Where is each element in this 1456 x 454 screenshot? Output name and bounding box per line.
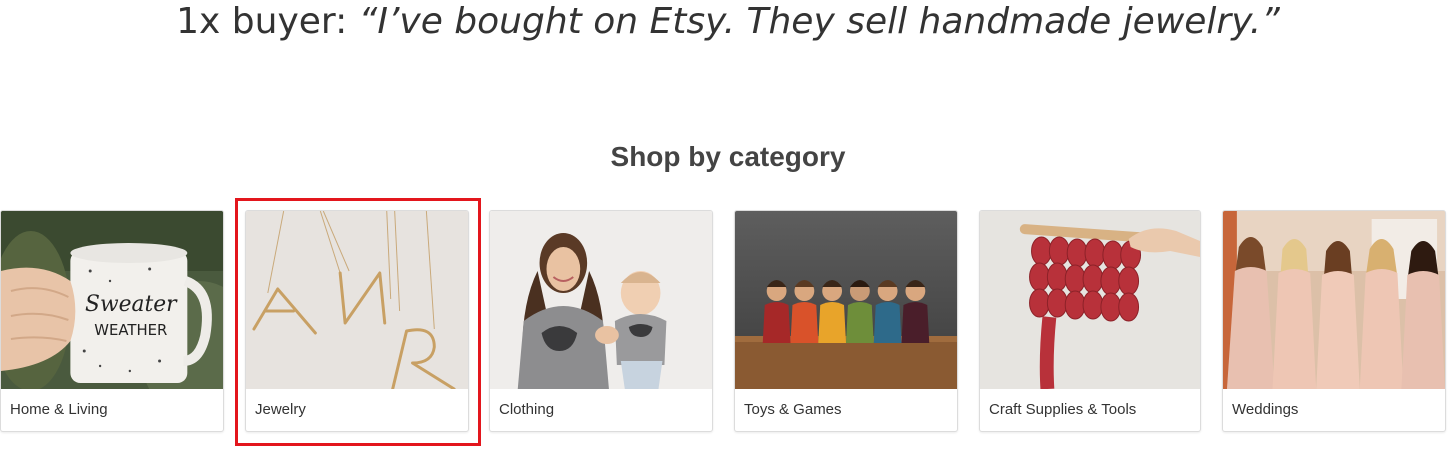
chunky-knit-yarn-image xyxy=(980,211,1200,389)
sweater-weather-mug-image: Sweater WEATHER xyxy=(1,211,223,389)
mug-text-line2: WEATHER xyxy=(94,321,167,339)
category-label: Home & Living xyxy=(10,401,108,418)
category-card-home-living[interactable]: Sweater WEATHER Home & Living xyxy=(0,210,224,432)
category-card-craft-supplies-tools[interactable]: Craft Supplies & Tools xyxy=(979,210,1201,432)
mug-text-line1: Sweater xyxy=(85,292,178,317)
section-title: Shop by category xyxy=(610,141,846,172)
category-card-weddings[interactable]: Weddings xyxy=(1222,210,1446,432)
quote-text: “I’ve bought on Etsy. They sell handmade… xyxy=(358,1,1280,42)
bridesmaids-robes-image xyxy=(1223,211,1445,389)
category-label: Craft Supplies & Tools xyxy=(989,401,1137,418)
category-label: Jewelry xyxy=(255,401,306,418)
quote-prefix: 1x buyer: xyxy=(176,1,359,42)
mom-and-baby-tshirts-image xyxy=(490,211,712,389)
letter-necklaces-image xyxy=(246,211,468,389)
category-label: Weddings xyxy=(1232,401,1299,418)
category-card-toys-games[interactable]: Toys & Games xyxy=(734,210,958,432)
category-card-clothing[interactable]: Clothing xyxy=(489,210,713,432)
category-label: Clothing xyxy=(499,401,555,418)
category-label: Toys & Games xyxy=(744,401,842,418)
wooden-peg-dolls-image xyxy=(735,211,957,389)
buyer-quote: 1x buyer: “I’ve bought on Etsy. They sel… xyxy=(0,0,1456,44)
category-card-jewelry[interactable]: Jewelry xyxy=(245,210,469,432)
